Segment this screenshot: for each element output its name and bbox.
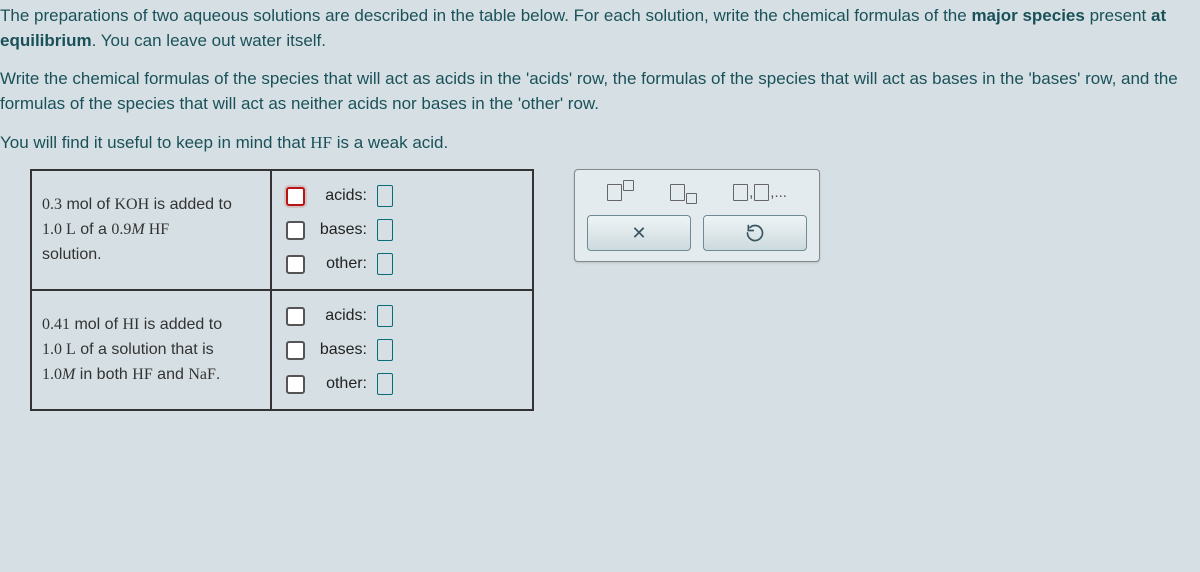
reset-icon [745,223,765,243]
label-other: other: [315,375,367,393]
chem-formula: HF [132,366,152,383]
num: 1.0 L [42,341,76,358]
list-box-icon [733,184,748,201]
num: 0.41 [42,316,70,333]
text: mol of [62,196,114,213]
sup-box-icon [623,180,634,191]
list-box-icon [754,184,769,201]
text: is added to [139,316,222,333]
text: solution. [42,246,102,263]
solution1-inputs: acids: bases: other: [271,170,533,290]
input-bases-2[interactable] [377,339,393,361]
toolbox-format-row: ,,... [587,180,807,215]
list-hint: ,... [770,184,787,201]
sub-box-icon [686,193,697,204]
num: 1.0 [42,366,62,383]
solution2-acids-row: acids: [272,299,532,333]
reset-button[interactable] [703,215,807,251]
formula-toolbox: ,,... ✕ [574,169,820,262]
molar-unit: M [62,366,75,383]
label-acids: acids: [315,187,367,205]
solution1-bases-row: bases: [272,213,532,247]
text: . [216,366,220,383]
solution1-other-row: other: [272,247,532,281]
solution1-description: 0.3 mol of KOH is added to 1.0 L of a 0.… [31,170,271,290]
subscript-tool[interactable] [670,184,697,201]
clear-button[interactable]: ✕ [587,215,691,251]
chem-formula: HF [310,133,332,152]
text: and [153,366,189,383]
instruction-p3: You will find it useful to keep in mind … [0,131,1194,156]
x-icon: ✕ [631,223,646,244]
text: of a [76,221,112,238]
input-other-2[interactable] [377,373,393,395]
checkbox-other-1[interactable] [286,255,305,274]
instruction-p2: Write the chemical formulas of the speci… [0,67,1194,116]
num: 1.0 L [42,221,76,238]
solution2-other-row: other: [272,367,532,401]
text: of a solution that is [76,341,214,358]
toolbox-action-row: ✕ [587,215,807,251]
chem-formula: HI [122,316,139,333]
num: 0.3 [42,196,62,213]
checkbox-bases-1[interactable] [286,221,305,240]
superscript-tool[interactable] [607,184,634,201]
text: in both [75,366,132,383]
text: You will find it useful to keep in mind … [0,133,310,152]
text: is a weak acid. [332,133,448,152]
input-bases-1[interactable] [377,219,393,241]
checkbox-acids-1[interactable] [286,187,305,206]
chem-formula: NaF [188,366,216,383]
input-other-1[interactable] [377,253,393,275]
solution1-acids-row: acids: [272,179,532,213]
solution2-bases-row: bases: [272,333,532,367]
checkbox-bases-2[interactable] [286,341,305,360]
text: The preparations of two aqueous solution… [0,6,971,25]
chem-formula: KOH [114,196,149,213]
input-acids-2[interactable] [377,305,393,327]
label-acids: acids: [315,307,367,325]
solution2-inputs: acids: bases: other: [271,290,533,410]
text-bold: major species [971,6,1084,25]
instructions-block: The preparations of two aqueous solution… [0,0,1200,155]
text: . You can leave out water itself. [92,31,326,50]
label-bases: bases: [315,221,367,239]
list-tool[interactable]: ,,... [733,184,787,201]
checkbox-acids-2[interactable] [286,307,305,326]
base-box-icon [607,184,622,201]
molar-unit: M [131,221,144,238]
checkbox-other-2[interactable] [286,375,305,394]
label-other: other: [315,255,367,273]
chem-formula: HF [145,221,169,238]
input-acids-1[interactable] [377,185,393,207]
base-box-icon [670,184,685,201]
num: 0.9 [111,221,131,238]
solutions-table: 0.3 mol of KOH is added to 1.0 L of a 0.… [30,169,534,411]
instruction-p1: The preparations of two aqueous solution… [0,4,1194,53]
text: is added to [149,196,232,213]
text: present [1085,6,1151,25]
label-bases: bases: [315,341,367,359]
text: mol of [70,316,122,333]
solution2-description: 0.41 mol of HI is added to 1.0 L of a so… [31,290,271,410]
